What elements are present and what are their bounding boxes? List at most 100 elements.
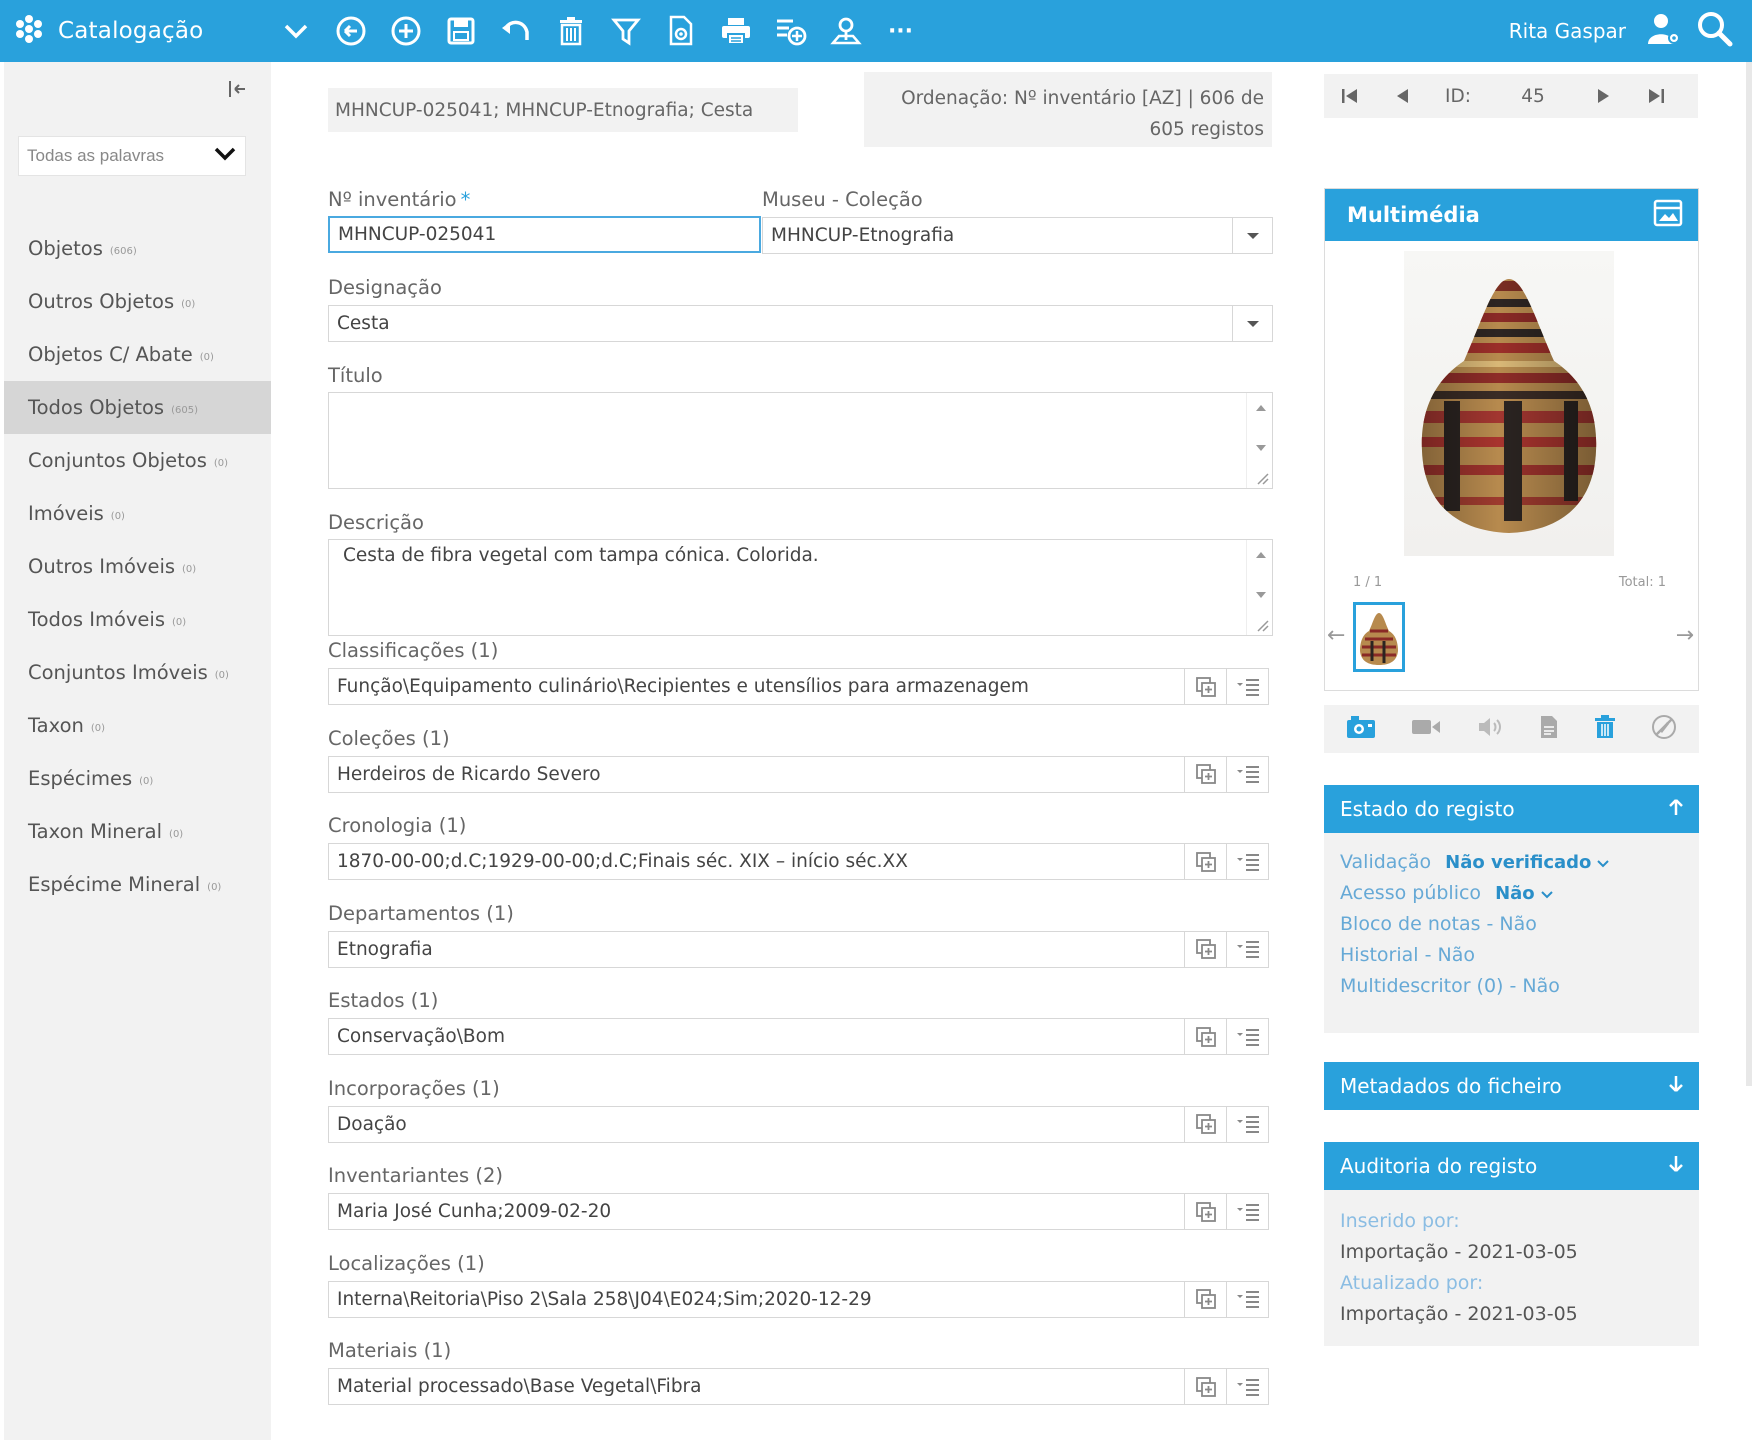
sidebar-item-taxon-mineral[interactable]: Taxon Mineral (0) <box>4 805 271 858</box>
user-settings-icon[interactable] <box>1646 11 1682 51</box>
delete-icon[interactable] <box>1594 715 1616 743</box>
sidebar-item-todos-imoveis[interactable]: Todos Imóveis (0) <box>4 593 271 646</box>
save-icon[interactable] <box>433 0 488 62</box>
filter-icon[interactable] <box>598 0 653 62</box>
no-edit-icon[interactable] <box>1651 714 1677 744</box>
arrow-left-icon[interactable]: ← <box>1327 623 1345 648</box>
notes-link[interactable]: Bloco de notas - Não <box>1340 909 1683 940</box>
multi-field-input[interactable]: Doação <box>328 1105 1269 1143</box>
duplicate-icon[interactable] <box>1184 1019 1226 1054</box>
back-icon[interactable] <box>323 0 378 62</box>
public-access-row[interactable]: Acesso público Não <box>1340 878 1683 909</box>
multi-field-input[interactable]: 1870-00-00;d.C;1929-00-00;d.C;Finais séc… <box>328 843 1269 880</box>
duplicate-icon[interactable] <box>1184 1369 1226 1404</box>
sidebar-item-conjuntos-objetos[interactable]: Conjuntos Objetos (0) <box>4 434 271 487</box>
caret-down-icon[interactable] <box>1232 218 1272 253</box>
list-options-icon[interactable] <box>1226 1019 1268 1054</box>
file-metadata-header[interactable]: Metadados do ficheiro <box>1324 1062 1699 1110</box>
title-textarea[interactable] <box>328 392 1273 489</box>
sidebar-item-todos-objetos[interactable]: Todos Objetos (605) <box>4 381 271 434</box>
textarea-scrollbar[interactable] <box>1246 393 1272 488</box>
first-record-icon[interactable] <box>1324 74 1376 118</box>
sidebar-item-especimes[interactable]: Espécimes (0) <box>4 752 271 805</box>
list-options-icon[interactable] <box>1226 844 1268 879</box>
museum-label: Museu - Coleção <box>762 188 923 211</box>
duplicate-icon[interactable] <box>1184 844 1226 879</box>
more-icon[interactable]: ··· <box>873 0 928 62</box>
arrow-down-icon[interactable] <box>1667 1154 1685 1179</box>
list-options-icon[interactable] <box>1226 669 1268 704</box>
collapse-sidebar-icon[interactable] <box>226 78 250 102</box>
chevron-down-icon[interactable] <box>268 0 323 62</box>
duplicate-icon[interactable] <box>1184 1281 1226 1317</box>
history-link[interactable]: Historial - Não <box>1340 940 1683 971</box>
duplicate-icon[interactable] <box>1184 669 1226 704</box>
audit-header[interactable]: Auditoria do registo <box>1324 1142 1699 1190</box>
designation-select[interactable]: Cesta <box>328 305 1273 342</box>
user-name[interactable]: Rita Gaspar <box>1509 19 1626 43</box>
record-state-header[interactable]: Estado do registo <box>1324 785 1699 833</box>
document-icon[interactable] <box>1539 715 1559 743</box>
list-options-icon[interactable] <box>1226 756 1268 792</box>
resize-grip-icon[interactable] <box>1255 471 1269 485</box>
app-menu[interactable]: Catalogação <box>14 0 203 62</box>
add-icon[interactable] <box>378 0 433 62</box>
validation-row[interactable]: Validação Não verificado <box>1340 847 1683 878</box>
media-thumbnail[interactable] <box>1353 602 1405 672</box>
prev-record-icon[interactable] <box>1376 74 1428 118</box>
sidebar-item-outros-imoveis[interactable]: Outros Imóveis (0) <box>4 540 271 593</box>
multi-field-input[interactable]: Interna\Reitoria\Piso 2\Sala 258\J04\E02… <box>328 1280 1269 1318</box>
map-icon[interactable] <box>818 0 873 62</box>
multi-field-input[interactable]: Herdeiros de Ricardo Severo <box>328 755 1269 793</box>
list-options-icon[interactable] <box>1226 1106 1268 1142</box>
next-record-icon[interactable] <box>1578 74 1630 118</box>
search-mode-select[interactable]: Todas as palavras <box>18 136 246 176</box>
multi-field-input[interactable]: Material processado\Base Vegetal\Fibra <box>328 1368 1269 1405</box>
multi-field-input[interactable]: Maria José Cunha;2009-02-20 <box>328 1193 1269 1230</box>
sidebar-item-outros-objetos[interactable]: Outros Objetos (0) <box>4 275 271 328</box>
caret-down-icon[interactable] <box>1232 306 1272 341</box>
list-options-icon[interactable] <box>1226 931 1268 967</box>
multidescriptor-link[interactable]: Multidescritor (0) - Não <box>1340 971 1683 1002</box>
textarea-scrollbar[interactable] <box>1246 540 1272 635</box>
sidebar-item-taxon[interactable]: Taxon (0) <box>4 699 271 752</box>
audio-icon[interactable] <box>1476 715 1504 743</box>
arrow-down-icon[interactable] <box>1667 1074 1685 1099</box>
museum-select[interactable]: MHNCUP-Etnografia <box>762 217 1273 254</box>
duplicate-icon[interactable] <box>1184 1194 1226 1229</box>
list-options-icon[interactable] <box>1226 1369 1268 1404</box>
sidebar-item-especime-mineral[interactable]: Espécime Mineral (0) <box>4 858 271 911</box>
list-options-icon[interactable] <box>1226 1281 1268 1317</box>
duplicate-icon[interactable] <box>1184 756 1226 792</box>
sidebar-item-conjuntos-imoveis[interactable]: Conjuntos Imóveis (0) <box>4 646 271 699</box>
duplicate-icon[interactable] <box>1184 1106 1226 1142</box>
camera-icon[interactable] <box>1346 715 1376 743</box>
sidebar-item-imoveis[interactable]: Imóveis (0) <box>4 487 271 540</box>
last-record-icon[interactable] <box>1630 74 1682 118</box>
preview-icon[interactable] <box>653 0 708 62</box>
print-icon[interactable] <box>708 0 763 62</box>
gallery-icon[interactable] <box>1652 197 1684 234</box>
ordering-info[interactable]: Ordenação: Nº inventário [AZ] | 606 de 6… <box>864 72 1272 147</box>
sidebar-item-label: Taxon <box>28 714 84 737</box>
video-icon[interactable] <box>1411 717 1441 741</box>
resize-grip-icon[interactable] <box>1255 618 1269 632</box>
object-photo[interactable] <box>1404 251 1614 556</box>
delete-icon[interactable] <box>543 0 598 62</box>
sidebar-item-objetos[interactable]: Objetos (606) <box>4 222 271 275</box>
new-list-icon[interactable] <box>763 0 818 62</box>
arrow-up-icon[interactable] <box>1667 797 1685 822</box>
description-textarea[interactable]: Cesta de fibra vegetal com tampa cónica.… <box>328 539 1273 636</box>
inventory-input[interactable]: MHNCUP-025041 <box>328 216 761 253</box>
multi-field-input[interactable]: Conservação\Bom <box>328 1018 1269 1055</box>
duplicate-icon[interactable] <box>1184 931 1226 967</box>
id-value[interactable]: 45 <box>1488 86 1578 107</box>
undo-icon[interactable] <box>488 0 543 62</box>
search-icon[interactable] <box>1696 10 1734 52</box>
list-options-icon[interactable] <box>1226 1194 1268 1229</box>
multi-field-input[interactable]: Etnografia <box>328 930 1269 968</box>
multi-field-input[interactable]: Função\Equipamento culinário\Recipientes… <box>328 668 1269 705</box>
page-scrollbar[interactable] <box>1746 62 1752 1086</box>
arrow-right-icon[interactable]: → <box>1676 623 1694 648</box>
sidebar-item-objetos-abate[interactable]: Objetos C/ Abate (0) <box>4 328 271 381</box>
